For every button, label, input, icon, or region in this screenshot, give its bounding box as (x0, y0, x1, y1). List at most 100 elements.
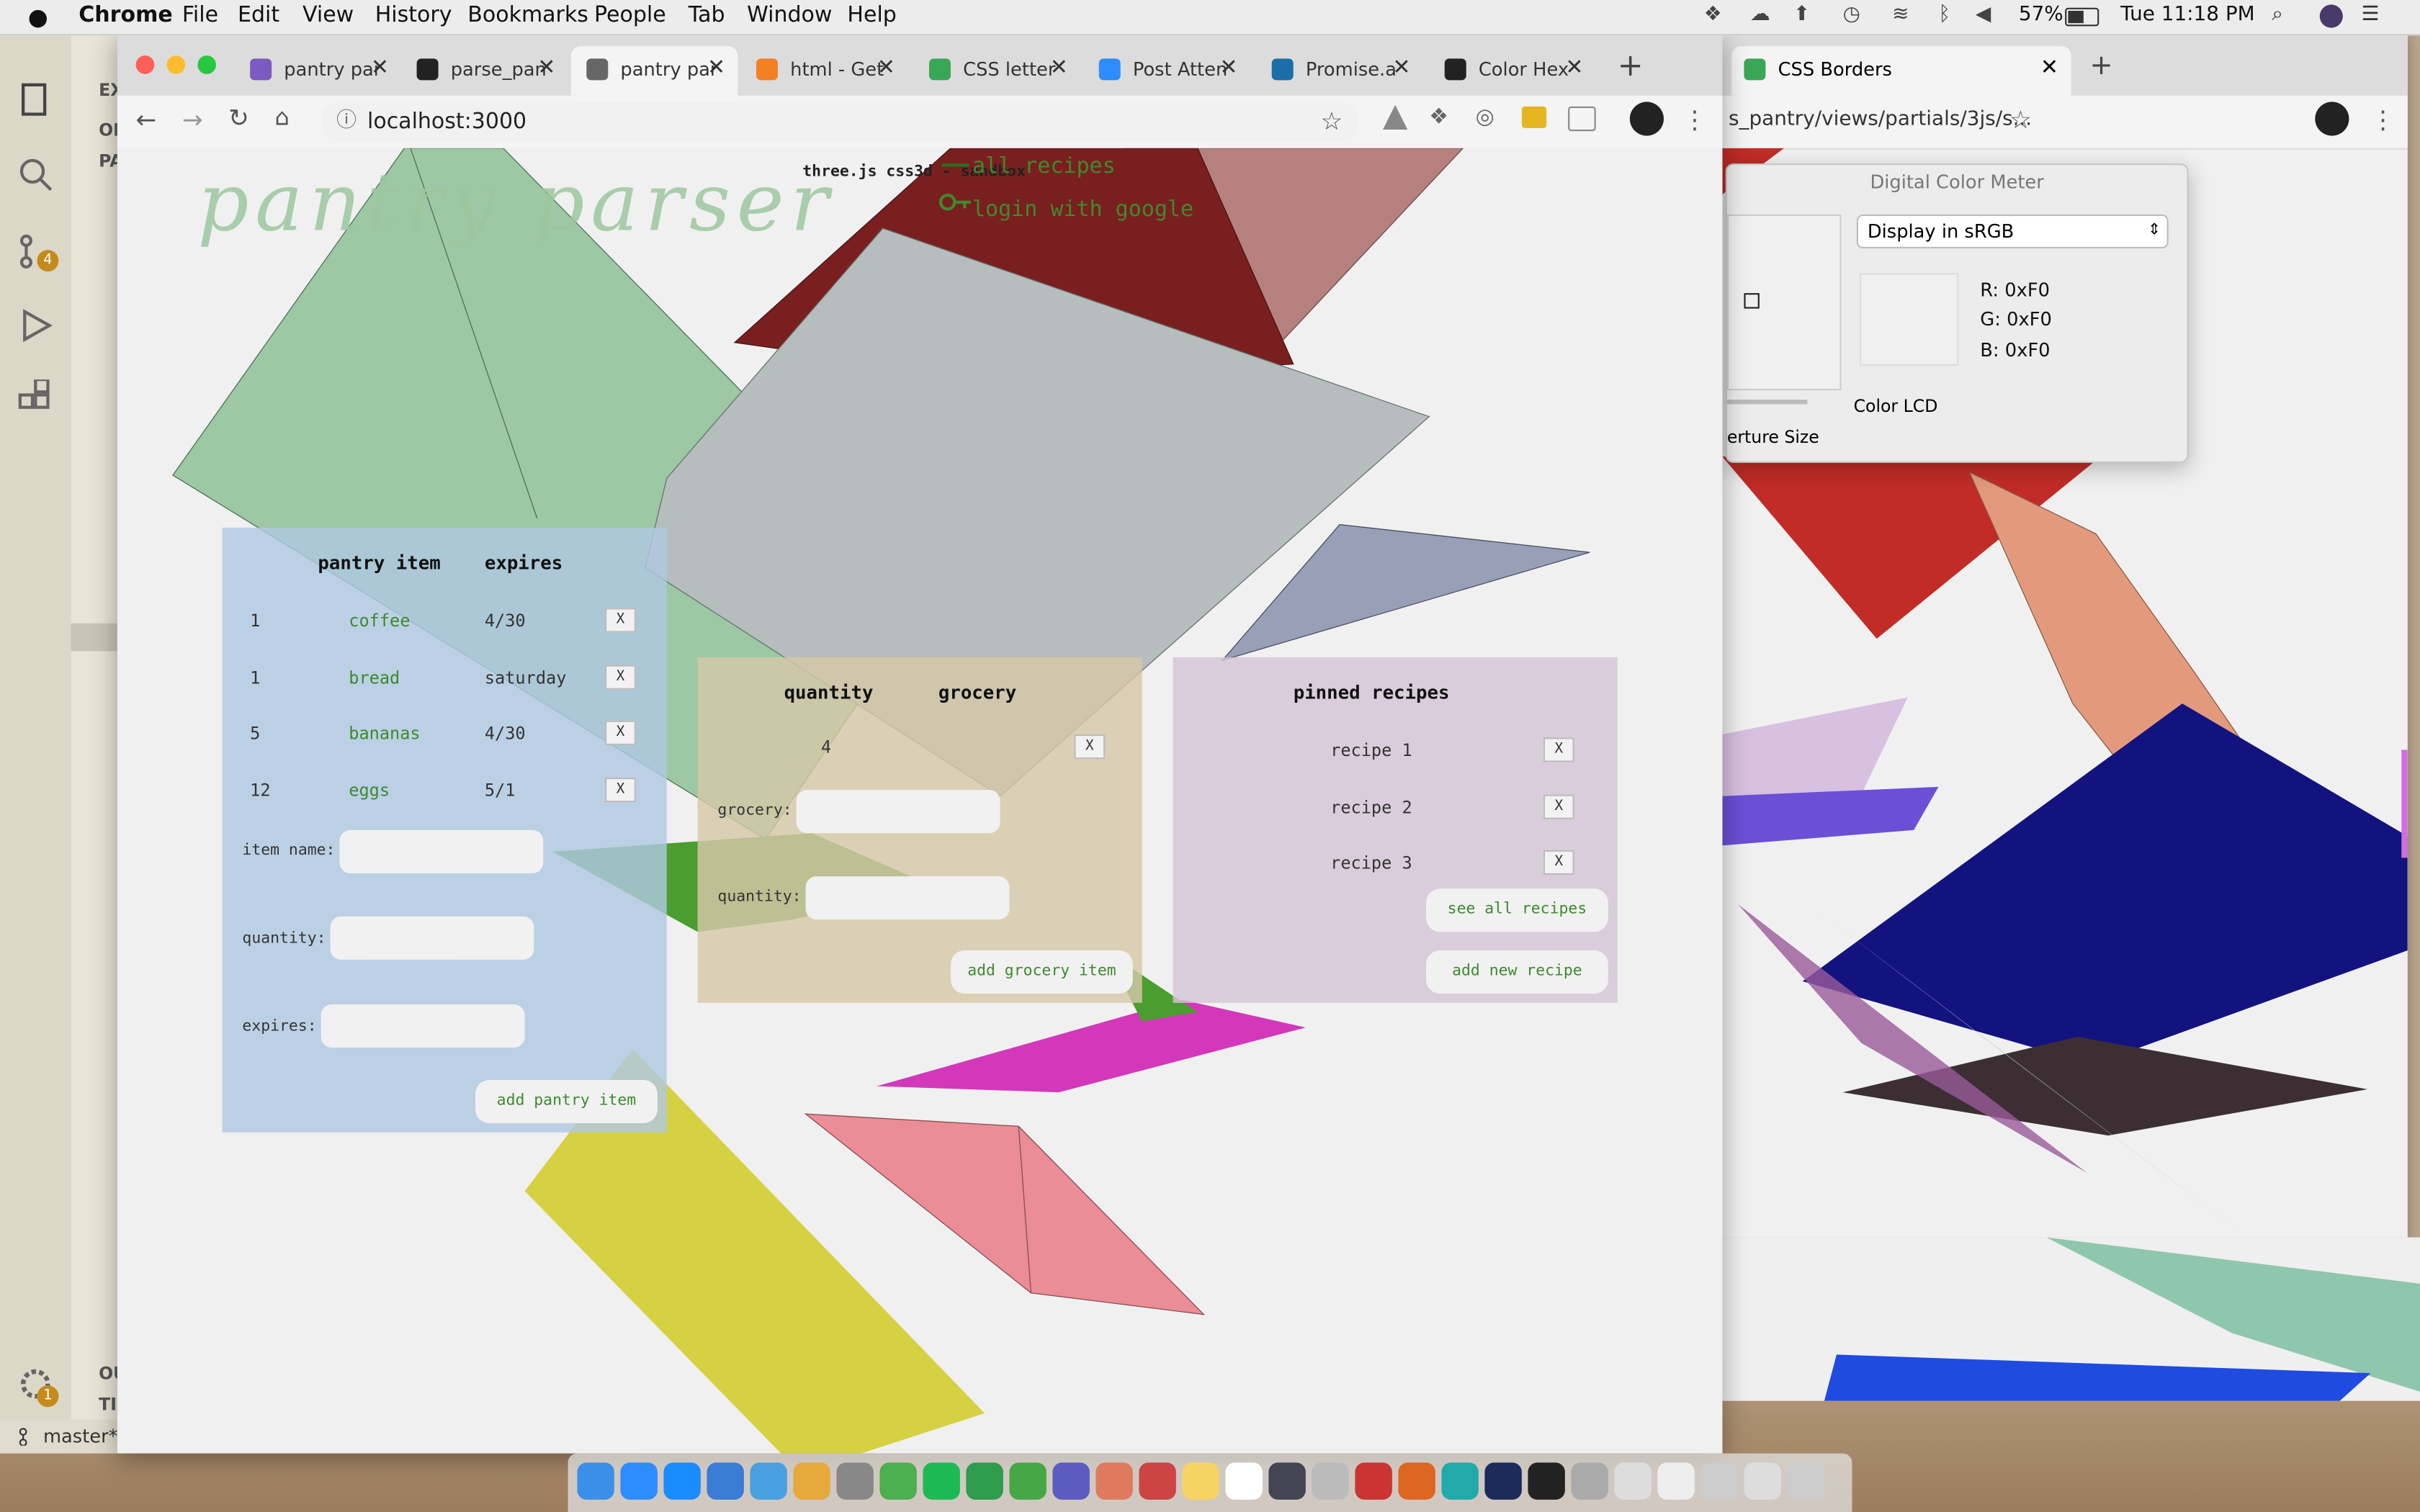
dock-app-icon[interactable] (923, 1462, 960, 1500)
forward-icon[interactable]: → (182, 105, 203, 135)
bluetooth-icon[interactable]: ᛒ (1938, 3, 1950, 26)
wifi-icon[interactable]: ≋ (1892, 3, 1909, 26)
menu-item[interactable]: File (182, 3, 218, 27)
minimize-window-button[interactable] (166, 55, 186, 74)
menu-item[interactable]: People (594, 3, 666, 27)
remove-pantry-item-button[interactable]: X (605, 720, 636, 745)
new-tab-icon[interactable]: + (1618, 46, 1644, 83)
close-tab-icon[interactable]: ✕ (1219, 55, 1237, 80)
close-window-button[interactable] (135, 55, 155, 74)
menubar-clock[interactable]: Tue 11:18 PM (2120, 3, 2254, 26)
battery-percent[interactable]: 57% (2019, 3, 2063, 26)
dock-app-icon[interactable] (1787, 1462, 1824, 1500)
time-machine-icon[interactable]: ◷ (1843, 3, 1860, 26)
cast-extension-icon[interactable] (1568, 106, 1596, 132)
item-name-input[interactable] (339, 829, 544, 873)
avatar[interactable] (2315, 102, 2349, 136)
dock-app-icon[interactable] (1095, 1462, 1133, 1500)
battery-icon[interactable] (2065, 7, 2099, 27)
dock-app-icon[interactable] (750, 1462, 787, 1500)
dock-app-icon[interactable] (1009, 1462, 1047, 1500)
remove-pantry-item-button[interactable]: X (605, 776, 636, 802)
expires-input[interactable] (321, 1004, 525, 1048)
remove-recipe-button[interactable]: X (1543, 850, 1574, 875)
more-menu-icon[interactable]: ⋮ (2370, 105, 2395, 135)
backup-icon[interactable]: ⬆ (1793, 3, 1810, 26)
debug-icon[interactable] (15, 305, 55, 346)
dock-app-icon[interactable] (663, 1462, 701, 1500)
close-tab-icon[interactable]: ✕ (877, 55, 895, 80)
browser-tab[interactable]: Promise.a ✕ (1256, 46, 1422, 96)
tab-css-borders[interactable]: CSS Borders ✕ (1731, 46, 2071, 96)
grocery-input[interactable] (796, 790, 1000, 834)
pinned-recipe-link[interactable]: recipe 1 (1330, 741, 1412, 761)
menu-item[interactable]: Window (747, 3, 832, 27)
close-tab-icon[interactable]: ✕ (371, 55, 389, 80)
remove-pantry-item-button[interactable]: X (605, 664, 636, 689)
remove-recipe-button[interactable]: X (1543, 793, 1574, 819)
dock-app-icon[interactable] (1528, 1462, 1565, 1500)
menu-item[interactable]: Bookmarks (467, 3, 588, 27)
dock-app-icon[interactable] (793, 1462, 830, 1500)
git-branch-status[interactable]: master* (0, 1419, 118, 1454)
grocery-quantity-input[interactable] (805, 876, 1010, 920)
menu-item[interactable]: View (302, 3, 354, 27)
dock-app-icon[interactable] (1398, 1462, 1435, 1500)
zoom-window-button[interactable] (197, 55, 216, 74)
menu-item[interactable]: Edit (238, 3, 279, 27)
browser-tab[interactable]: html - Get ✕ (741, 46, 908, 96)
browser-tab[interactable]: Post Atten ✕ (1083, 46, 1250, 96)
dock-app-icon[interactable] (879, 1462, 917, 1500)
close-tab-icon[interactable]: ✕ (1565, 55, 1583, 80)
browser-tab[interactable]: CSS letter ✕ (914, 46, 1080, 96)
add-new-recipe-button[interactable]: add new recipe (1425, 950, 1608, 994)
browser-tab[interactable]: pantry par ✕ (235, 46, 401, 96)
apple-menu-icon[interactable]: ● (28, 3, 48, 31)
dock-app-icon[interactable] (1355, 1462, 1392, 1500)
remove-recipe-button[interactable]: X (1543, 737, 1574, 762)
dock-app-icon[interactable] (1268, 1462, 1306, 1500)
extension-icon[interactable]: ◎ (1476, 105, 1494, 130)
secondary-url[interactable]: s_pantry/views/partials/3js/s... (1729, 108, 2032, 131)
remove-grocery-button[interactable]: X (1074, 734, 1106, 760)
dock-app-icon[interactable] (1744, 1462, 1781, 1500)
close-tab-icon[interactable]: ✕ (537, 55, 555, 80)
dropbox-icon[interactable]: ❖ (1704, 3, 1722, 26)
creative-cloud-icon[interactable]: ☁ (1750, 3, 1770, 26)
close-tab-icon[interactable]: ✕ (1050, 55, 1068, 80)
drive-extension-icon[interactable] (1383, 104, 1408, 130)
nav-all-recipes[interactable]: all recipes (972, 154, 1116, 179)
dock-app-icon[interactable] (577, 1462, 614, 1500)
dock-app-icon[interactable] (1571, 1462, 1608, 1500)
browser-tab[interactable]: parse_pan ✕ (401, 46, 568, 96)
dock-app-icon[interactable] (836, 1462, 874, 1500)
see-all-recipes-button[interactable]: see all recipes (1425, 888, 1608, 932)
close-tab-icon[interactable]: ✕ (2040, 55, 2058, 80)
dock-app-icon[interactable] (1139, 1462, 1176, 1500)
search-icon[interactable] (15, 154, 55, 194)
reload-icon[interactable]: ↻ (228, 104, 249, 133)
dock-app-icon[interactable] (966, 1462, 1003, 1500)
address-bar[interactable]: ⓘ localhost:3000 ☆ (321, 102, 1358, 143)
siri-icon[interactable] (2319, 4, 2343, 28)
menu-item[interactable]: History (375, 3, 452, 27)
dock-app-icon[interactable] (707, 1462, 744, 1500)
volume-icon[interactable]: ◀ (1976, 3, 1991, 26)
timeline-label[interactable]: TI (99, 1395, 117, 1415)
menu-item[interactable]: Help (847, 3, 896, 27)
dock-app-icon[interactable] (1614, 1462, 1652, 1500)
menu-app-name[interactable]: Chrome (79, 3, 172, 27)
dock-app-icon[interactable] (1312, 1462, 1349, 1500)
pinned-recipe-link[interactable]: recipe 2 (1330, 797, 1412, 817)
nav-login-google[interactable]: login with google (972, 197, 1193, 222)
dock-app-icon[interactable] (1441, 1462, 1479, 1500)
remove-pantry-item-button[interactable]: X (605, 608, 636, 633)
browser-tab[interactable]: pantry par ✕ (570, 46, 738, 96)
dock-app-icon[interactable] (1182, 1462, 1219, 1500)
bookmark-star-icon[interactable]: ☆ (1321, 102, 1343, 142)
dropbox-extension-icon[interactable]: ❖ (1429, 105, 1448, 130)
notification-center-icon[interactable]: ☰ (2362, 3, 2380, 26)
add-pantry-item-button[interactable]: add pantry item (475, 1080, 658, 1123)
spotlight-search-icon[interactable]: ⌕ (2272, 3, 2283, 26)
highlighter-extension-icon[interactable] (1521, 106, 1547, 128)
